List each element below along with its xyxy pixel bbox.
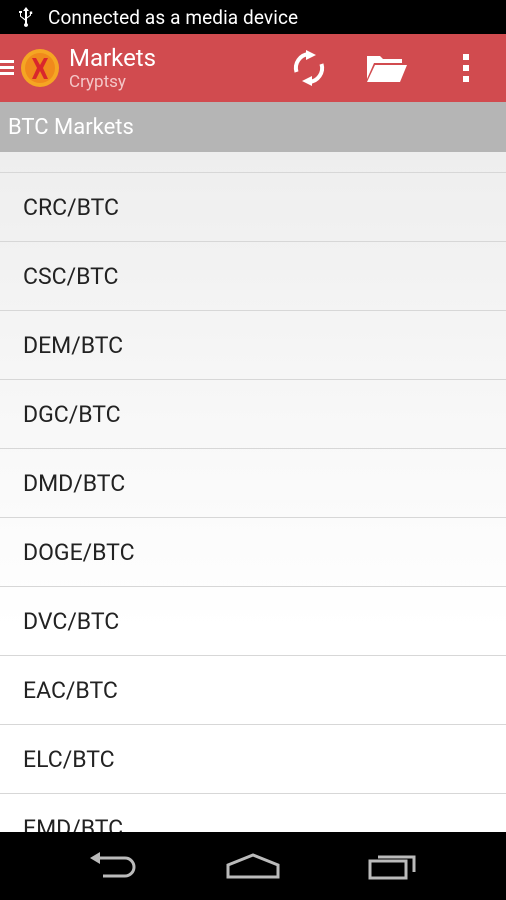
list-item[interactable]: EAC/BTC <box>0 656 506 725</box>
usb-icon <box>19 7 33 27</box>
status-text: Connected as a media device <box>48 5 299 29</box>
action-bar-titles: Markets Cryptsy <box>69 45 156 92</box>
list-item[interactable]: DVC/BTC <box>0 587 506 656</box>
list-item[interactable]: ELC/BTC <box>0 725 506 794</box>
overflow-menu-icon <box>463 54 469 82</box>
page-subtitle: Cryptsy <box>69 71 126 92</box>
list-item[interactable]: EMD/BTC <box>0 794 506 833</box>
page-title: Markets <box>69 43 157 72</box>
list-item[interactable]: DMD/BTC <box>0 449 506 518</box>
recent-apps-icon <box>368 855 416 880</box>
home-button[interactable] <box>224 832 282 900</box>
list-item[interactable]: DOGE/BTC <box>0 518 506 587</box>
list-item[interactable]: CRC/BTC <box>0 173 506 242</box>
back-button[interactable] <box>84 832 140 900</box>
navigation-bar <box>0 832 506 900</box>
recent-apps-button[interactable] <box>366 832 422 900</box>
list-item[interactable]: DGC/BTC <box>0 380 506 449</box>
refresh-button[interactable] <box>288 34 330 102</box>
list-item[interactable]: DEM/BTC <box>0 311 506 380</box>
section-header: BTC Markets <box>0 102 506 152</box>
home-icon <box>226 853 280 879</box>
cryptsy-logo[interactable] <box>20 48 60 88</box>
list-item[interactable]: CSC/BTC <box>0 242 506 311</box>
folder-button[interactable] <box>362 34 412 102</box>
market-list[interactable]: CRC/BTC CSC/BTC DEM/BTC DGC/BTC DMD/BTC … <box>0 152 506 832</box>
action-bar: Markets Cryptsy <box>0 34 506 102</box>
back-icon <box>90 852 136 878</box>
drawer-icon[interactable] <box>0 58 16 78</box>
status-bar: Connected as a media device <box>0 0 506 34</box>
overflow-menu-button[interactable] <box>454 34 478 102</box>
folder-icon <box>367 56 407 82</box>
list-divider <box>0 152 506 173</box>
refresh-icon <box>293 50 325 86</box>
